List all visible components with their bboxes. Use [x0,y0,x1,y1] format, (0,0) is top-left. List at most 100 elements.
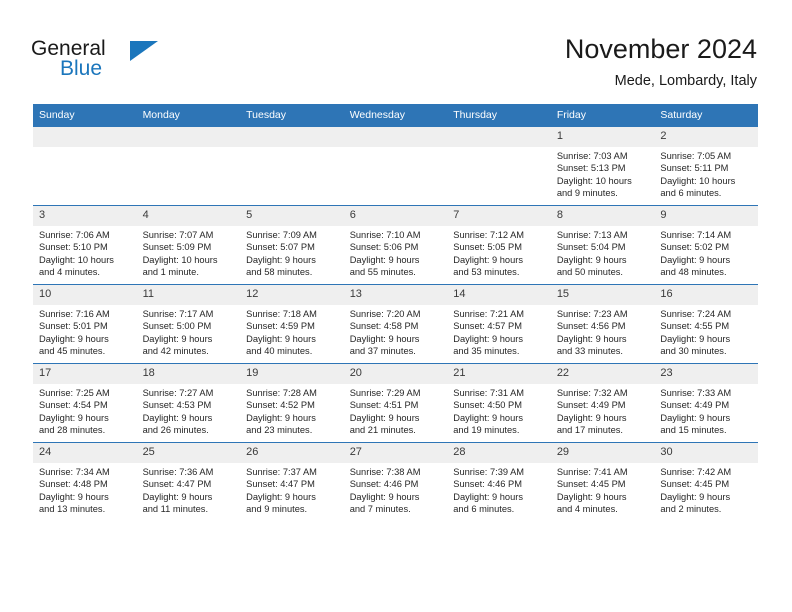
day-number: 16 [654,285,758,305]
sunrise-text: Sunrise: 7:38 AM [349,467,421,477]
calendar-day-cell[interactable]: 6 Sunrise: 7:10 AM Sunset: 5:06 PM Daylight… [343,205,448,285]
daylight-text-line1: Daylight: 9 hours [39,412,109,423]
day-sun-info: Sunrise: 7:03 AM Sunset: 5:13 PM Daylight:… [551,147,655,200]
day-number [33,127,137,147]
day-sun-info: Sunrise: 7:20 AM Sunset: 4:58 PM Daylight:… [344,305,448,358]
sunset-text: Sunset: 4:49 PM [660,400,730,411]
calendar-day-cell-empty [33,127,137,206]
sunrise-text: Sunrise: 7:29 AM [349,388,421,398]
sunset-text: Sunset: 5:00 PM [142,321,212,332]
sunset-text: Sunset: 5:07 PM [246,242,315,253]
day-number: 6 [343,206,448,226]
day-sun-info: Sunrise: 7:06 AM Sunset: 5:10 PM Daylight:… [33,226,137,279]
calendar-day-cell[interactable]: 25 Sunrise: 7:36 AM Sunset: 4:47 PM Dayligh… [136,442,241,521]
day-number: 28 [447,443,551,463]
calendar-day-cell[interactable]: 5 Sunrise: 7:09 AM Sunset: 5:07 PM Daylight… [240,205,344,285]
sunset-text: Sunset: 4:50 PM [453,400,522,411]
calendar-day-cell[interactable]: 9 Sunrise: 7:14 AM Sunset: 5:02 PM Daylight… [654,205,758,285]
calendar-week-row: 24 Sunrise: 7:34 AM Sunset: 4:48 PM Dayligh… [33,442,758,521]
calendar-day-cell[interactable]: 7 Sunrise: 7:12 AM Sunset: 5:05 PM Daylight… [447,205,551,285]
calendar-day-cell[interactable]: 4 Sunrise: 7:07 AM Sunset: 5:09 PM Daylight… [136,205,241,285]
sunrise-text: Sunrise: 7:09 AM [246,230,317,240]
day-sun-info: Sunrise: 7:39 AM Sunset: 4:46 PM Daylight:… [447,463,551,516]
calendar-body: 1 Sunrise: 7:03 AM Sunset: 5:13 PM Daylight… [33,127,758,521]
day-number: 10 [33,285,137,305]
sunset-text: Sunset: 4:54 PM [39,400,108,411]
calendar-week-row: 17 Sunrise: 7:25 AM Sunset: 4:54 PM Dayligh… [33,363,758,443]
calendar-day-cell[interactable]: 15 Sunrise: 7:23 AM Sunset: 4:56 PM Dayligh… [550,284,655,364]
day-number [447,127,551,147]
general-blue-logo[interactable]: General Blue [31,38,211,84]
daylight-text-line2: and 15 minutes. [660,425,727,436]
day-number [136,127,241,147]
sunrise-text: Sunrise: 7:34 AM [39,467,110,477]
calendar-day-cell[interactable]: 27 Sunrise: 7:38 AM Sunset: 4:46 PM Dayligh… [343,442,448,521]
calendar-day-cell[interactable]: 22 Sunrise: 7:32 AM Sunset: 4:49 PM Dayligh… [550,363,655,443]
weekday-header-row: Sunday Monday Tuesday Wednesday Thursday Frid… [33,104,758,127]
sunset-text: Sunset: 4:46 PM [349,479,419,490]
sunset-text: Sunset: 4:52 PM [246,400,315,411]
day-number: 20 [343,364,448,384]
daylight-text-line2: and 53 minutes. [453,267,520,278]
daylight-text-line1: Daylight: 10 hours [142,254,218,265]
daylight-text-line1: Daylight: 9 hours [556,333,627,344]
daylight-text-line1: Daylight: 9 hours [39,491,109,502]
day-number: 18 [136,364,241,384]
calendar-day-cell[interactable]: 29 Sunrise: 7:41 AM Sunset: 4:45 PM Dayligh… [550,442,655,521]
daylight-text-line2: and 33 minutes. [556,346,623,357]
daylight-text-line2: and 37 minutes. [349,346,416,357]
day-number: 22 [550,364,655,384]
day-sun-info: Sunrise: 7:28 AM Sunset: 4:52 PM Daylight:… [240,384,344,437]
calendar-day-cell[interactable]: 16 Sunrise: 7:24 AM Sunset: 4:55 PM Dayligh… [654,284,758,364]
sunset-text: Sunset: 5:02 PM [660,242,730,253]
daylight-text-line1: Daylight: 10 hours [556,175,632,186]
sunrise-text: Sunrise: 7:05 AM [660,151,732,161]
daylight-text-line1: Daylight: 9 hours [39,333,109,344]
calendar-day-cell[interactable]: 8 Sunrise: 7:13 AM Sunset: 5:04 PM Daylight… [550,205,655,285]
day-number [240,127,344,147]
day-sun-info: Sunrise: 7:05 AM Sunset: 5:11 PM Daylight:… [654,147,758,200]
sunset-text: Sunset: 4:47 PM [142,479,212,490]
calendar-day-cell[interactable]: 14 Sunrise: 7:21 AM Sunset: 4:57 PM Dayligh… [447,284,551,364]
day-sun-info: Sunrise: 7:31 AM Sunset: 4:50 PM Daylight:… [447,384,551,437]
sunset-text: Sunset: 5:09 PM [142,242,212,253]
calendar-day-cell[interactable]: 24 Sunrise: 7:34 AM Sunset: 4:48 PM Dayligh… [33,442,137,521]
daylight-text-line1: Daylight: 9 hours [349,254,420,265]
day-sun-info: Sunrise: 7:17 AM Sunset: 5:00 PM Daylight:… [137,305,241,358]
daylight-text-line2: and 21 minutes. [349,425,416,436]
day-sun-info: Sunrise: 7:25 AM Sunset: 4:54 PM Daylight:… [33,384,137,437]
calendar-day-cell[interactable]: 21 Sunrise: 7:31 AM Sunset: 4:50 PM Dayligh… [447,363,551,443]
calendar-day-cell[interactable]: 3 Sunrise: 7:06 AM Sunset: 5:10 PM Daylight… [33,205,137,285]
day-number: 30 [654,443,758,463]
calendar-day-cell[interactable]: 13 Sunrise: 7:20 AM Sunset: 4:58 PM Dayligh… [343,284,448,364]
sunset-text: Sunset: 4:49 PM [556,400,626,411]
calendar-day-cell[interactable]: 28 Sunrise: 7:39 AM Sunset: 4:46 PM Dayligh… [447,442,551,521]
daylight-text-line1: Daylight: 10 hours [39,254,114,265]
logo-triangle-icon [130,41,158,61]
page-title: November 2024 [564,34,757,64]
calendar-day-cell[interactable]: 18 Sunrise: 7:27 AM Sunset: 4:53 PM Dayligh… [136,363,241,443]
daylight-text-line2: and 9 minutes. [246,504,308,515]
sunrise-text: Sunrise: 7:13 AM [556,230,628,240]
calendar-day-cell[interactable]: 17 Sunrise: 7:25 AM Sunset: 4:54 PM Dayligh… [33,363,137,443]
calendar-day-cell[interactable]: 20 Sunrise: 7:29 AM Sunset: 4:51 PM Dayligh… [343,363,448,443]
daylight-text-line2: and 4 minutes. [39,267,100,278]
calendar-day-cell[interactable]: 1 Sunrise: 7:03 AM Sunset: 5:13 PM Daylight… [550,127,655,206]
day-sun-info: Sunrise: 7:36 AM Sunset: 4:47 PM Daylight:… [137,463,241,516]
day-number [343,127,448,147]
calendar-day-cell[interactable]: 12 Sunrise: 7:18 AM Sunset: 4:59 PM Dayligh… [240,284,344,364]
calendar-day-cell[interactable]: 23 Sunrise: 7:33 AM Sunset: 4:49 PM Dayligh… [654,363,758,443]
calendar-day-cell[interactable]: 26 Sunrise: 7:37 AM Sunset: 4:47 PM Dayligh… [240,442,344,521]
day-number: 1 [550,127,655,147]
calendar-day-cell[interactable]: 10 Sunrise: 7:16 AM Sunset: 5:01 PM Dayligh… [33,284,137,364]
calendar-day-cell[interactable]: 19 Sunrise: 7:28 AM Sunset: 4:52 PM Dayligh… [240,363,344,443]
sunrise-text: Sunrise: 7:28 AM [246,388,317,398]
daylight-text-line2: and 4 minutes. [556,504,618,515]
calendar-day-cell[interactable]: 11 Sunrise: 7:17 AM Sunset: 5:00 PM Dayligh… [136,284,241,364]
daylight-text-line1: Daylight: 9 hours [142,491,213,502]
day-sun-info: Sunrise: 7:12 AM Sunset: 5:05 PM Daylight:… [447,226,551,279]
calendar-day-cell[interactable]: 2 Sunrise: 7:05 AM Sunset: 5:11 PM Daylight… [654,127,758,206]
calendar-day-cell[interactable]: 30 Sunrise: 7:42 AM Sunset: 4:45 PM Dayligh… [654,442,758,521]
daylight-text-line2: and 13 minutes. [39,504,106,515]
sunset-text: Sunset: 5:05 PM [453,242,522,253]
